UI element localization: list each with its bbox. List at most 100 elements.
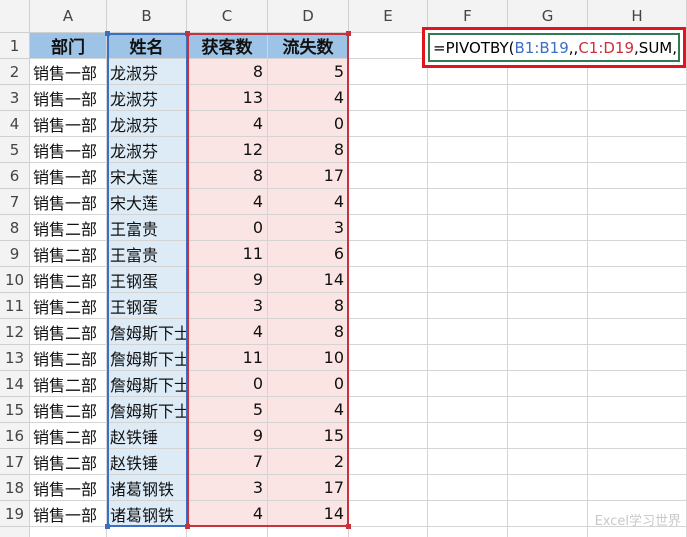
cell-h7[interactable] (588, 189, 687, 215)
cell-a20[interactable] (30, 527, 107, 537)
cell-g17[interactable] (508, 449, 588, 475)
cell-c12[interactable]: 4 (187, 319, 268, 345)
cell-f20[interactable] (428, 527, 508, 537)
row-header-10[interactable]: 10 (0, 267, 30, 293)
cell-b14[interactable]: 詹姆斯下士 (107, 371, 187, 397)
cell-c18[interactable]: 3 (187, 475, 268, 501)
cell-a19[interactable]: 销售一部 (30, 501, 107, 527)
cell-f11[interactable] (428, 293, 508, 319)
row-header-18[interactable]: 18 (0, 475, 30, 501)
cell-e2[interactable] (349, 59, 428, 85)
cell-a5[interactable]: 销售一部 (30, 137, 107, 163)
cell-d16[interactable]: 15 (268, 423, 349, 449)
cell-c13[interactable]: 11 (187, 345, 268, 371)
cell-f18[interactable] (428, 475, 508, 501)
cell-f19[interactable] (428, 501, 508, 527)
cell-h5[interactable] (588, 137, 687, 163)
row-header-17[interactable]: 17 (0, 449, 30, 475)
cell-d19[interactable]: 14 (268, 501, 349, 527)
cell-c7[interactable]: 4 (187, 189, 268, 215)
cell-e1[interactable] (349, 33, 428, 59)
cell-h13[interactable] (588, 345, 687, 371)
cell-g12[interactable] (508, 319, 588, 345)
cell-g6[interactable] (508, 163, 588, 189)
cell-a7[interactable]: 销售一部 (30, 189, 107, 215)
cell-e3[interactable] (349, 85, 428, 111)
cell-d9[interactable]: 6 (268, 241, 349, 267)
cell-h12[interactable] (588, 319, 687, 345)
cell-c15[interactable]: 5 (187, 397, 268, 423)
row-header-13[interactable]: 13 (0, 345, 30, 371)
cell-c19[interactable]: 4 (187, 501, 268, 527)
cell-h10[interactable] (588, 267, 687, 293)
cell-g8[interactable] (508, 215, 588, 241)
cell-a3[interactable]: 销售一部 (30, 85, 107, 111)
row-header-12[interactable]: 12 (0, 319, 30, 345)
cell-a17[interactable]: 销售二部 (30, 449, 107, 475)
cell-b3[interactable]: 龙淑芬 (107, 85, 187, 111)
cell-d8[interactable]: 3 (268, 215, 349, 241)
cell-c6[interactable]: 8 (187, 163, 268, 189)
cell-e11[interactable] (349, 293, 428, 319)
cell-h9[interactable] (588, 241, 687, 267)
cell-a10[interactable]: 销售二部 (30, 267, 107, 293)
cell-e13[interactable] (349, 345, 428, 371)
column-header-e[interactable]: E (349, 0, 428, 33)
cell-c14[interactable]: 0 (187, 371, 268, 397)
row-header-11[interactable]: 11 (0, 293, 30, 319)
cell-a2[interactable]: 销售一部 (30, 59, 107, 85)
cell-d11[interactable]: 8 (268, 293, 349, 319)
row-header-1[interactable]: 1 (0, 33, 30, 59)
cell-h14[interactable] (588, 371, 687, 397)
column-header-d[interactable]: D (268, 0, 349, 33)
cell-b16[interactable]: 赵铁锤 (107, 423, 187, 449)
row-header-6[interactable]: 6 (0, 163, 30, 189)
header-cell-a[interactable]: 部门 (30, 33, 107, 59)
row-header-4[interactable]: 4 (0, 111, 30, 137)
cell-a8[interactable]: 销售二部 (30, 215, 107, 241)
cell-c5[interactable]: 12 (187, 137, 268, 163)
cell-g5[interactable] (508, 137, 588, 163)
cell-b11[interactable]: 王钢蛋 (107, 293, 187, 319)
cell-g3[interactable] (508, 85, 588, 111)
cell-f14[interactable] (428, 371, 508, 397)
cell-a18[interactable]: 销售一部 (30, 475, 107, 501)
cell-f8[interactable] (428, 215, 508, 241)
cell-b10[interactable]: 王钢蛋 (107, 267, 187, 293)
cell-f4[interactable] (428, 111, 508, 137)
cell-b12[interactable]: 詹姆斯下士 (107, 319, 187, 345)
cell-f10[interactable] (428, 267, 508, 293)
formula-edit-cell[interactable]: =PIVOTBY(B1:B19,,C1:D19,SUM,3) (428, 33, 680, 62)
cell-b19[interactable]: 诸葛钢铁 (107, 501, 187, 527)
cell-g11[interactable] (508, 293, 588, 319)
cell-d17[interactable]: 2 (268, 449, 349, 475)
cell-e15[interactable] (349, 397, 428, 423)
cell-c2[interactable]: 8 (187, 59, 268, 85)
cell-d12[interactable]: 8 (268, 319, 349, 345)
cell-d18[interactable]: 17 (268, 475, 349, 501)
cell-g19[interactable] (508, 501, 588, 527)
row-header-5[interactable]: 5 (0, 137, 30, 163)
row-header-3[interactable]: 3 (0, 85, 30, 111)
cell-f15[interactable] (428, 397, 508, 423)
cell-g10[interactable] (508, 267, 588, 293)
cell-d14[interactable]: 0 (268, 371, 349, 397)
row-header-16[interactable]: 16 (0, 423, 30, 449)
cell-g15[interactable] (508, 397, 588, 423)
cell-a16[interactable]: 销售二部 (30, 423, 107, 449)
cell-d5[interactable]: 8 (268, 137, 349, 163)
cell-d10[interactable]: 14 (268, 267, 349, 293)
cell-h17[interactable] (588, 449, 687, 475)
cell-e16[interactable] (349, 423, 428, 449)
cell-b2[interactable]: 龙淑芬 (107, 59, 187, 85)
cell-c3[interactable]: 13 (187, 85, 268, 111)
cell-f13[interactable] (428, 345, 508, 371)
cell-a14[interactable]: 销售二部 (30, 371, 107, 397)
cell-g20[interactable] (508, 527, 588, 537)
cell-f5[interactable] (428, 137, 508, 163)
row-header-2[interactable]: 2 (0, 59, 30, 85)
cell-a15[interactable]: 销售二部 (30, 397, 107, 423)
cell-e18[interactable] (349, 475, 428, 501)
cell-a9[interactable]: 销售二部 (30, 241, 107, 267)
cell-h4[interactable] (588, 111, 687, 137)
